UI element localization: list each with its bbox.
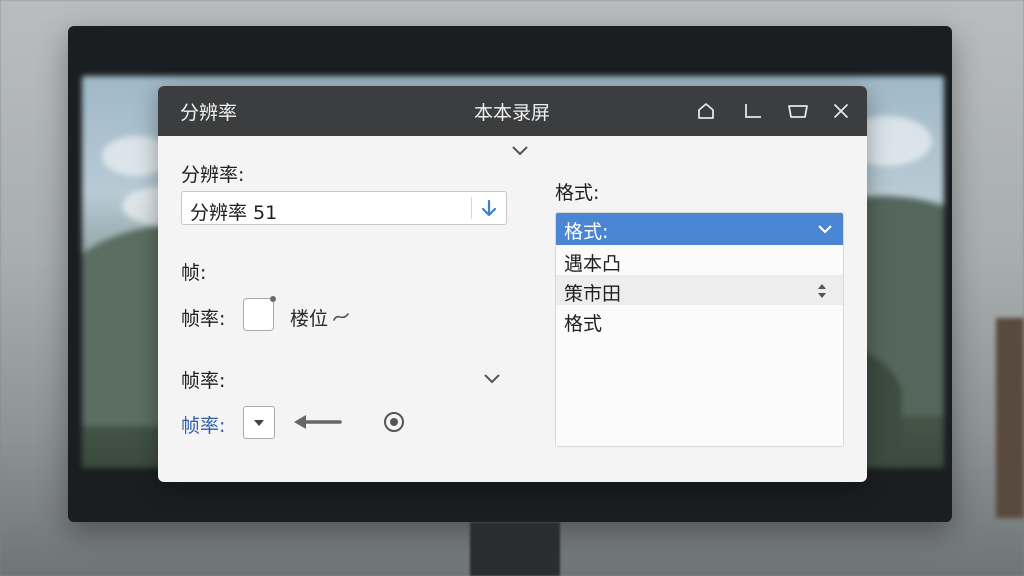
target-icon[interactable] [382, 410, 406, 434]
resolution-value: 分辨率 51 [190, 202, 278, 224]
close-icon [834, 104, 848, 118]
background-object [996, 318, 1024, 518]
recorder-dialog: 分辨率 本本录屏 分辨率: 分辨率 51 帧: 帧率: 楼位 帧率: 帧率: 格… [158, 86, 867, 482]
monitor-stand [470, 522, 560, 576]
arrow-left-icon [294, 415, 342, 429]
caret-down-icon [254, 419, 264, 426]
title-bar: 分辨率 本本录屏 [158, 86, 867, 136]
frame-rate-checkbox[interactable] [243, 296, 276, 331]
format-selected-item[interactable]: 格式: [556, 213, 843, 245]
window-title-center: 本本录屏 [474, 102, 551, 124]
resolution-input[interactable]: 分辨率 51 [181, 191, 507, 225]
close-button[interactable] [830, 100, 852, 122]
sort-arrows-icon [818, 284, 826, 298]
format-option[interactable]: 格式 [556, 305, 843, 335]
format-option-text: 策市田 [564, 283, 622, 305]
frame-rate-label-3: 帧率: [181, 415, 226, 437]
home-button[interactable] [695, 100, 717, 122]
window-title-left: 分辨率 [180, 102, 238, 124]
chevron-down-icon[interactable] [482, 372, 502, 386]
format-option-text: 遇本凸 [564, 253, 622, 275]
frame-rate-label: 帧率: [181, 308, 226, 330]
format-option-text: 格式 [564, 313, 603, 335]
format-selected-text: 格式: [564, 221, 609, 243]
format-option[interactable]: 遇本凸 [556, 245, 843, 275]
collapse-chevron-icon[interactable] [510, 144, 530, 158]
minimize-icon [745, 104, 761, 118]
home-icon [698, 103, 714, 119]
chevron-down-icon [818, 225, 832, 234]
minimize-button[interactable] [742, 100, 764, 122]
restore-button[interactable] [787, 100, 809, 122]
frame-heading: 帧: [181, 262, 207, 284]
format-option[interactable]: 策市田 [556, 275, 843, 305]
format-label: 格式: [555, 182, 600, 204]
resolution-label: 分辨率: [181, 164, 245, 186]
format-list: 格式: 遇本凸 策市田 格式 [555, 212, 844, 447]
frame-rate-dropdown[interactable] [243, 406, 275, 439]
checkbox-indicator [270, 296, 276, 302]
restore-icon [788, 105, 808, 118]
download-arrow-icon[interactable] [480, 199, 498, 219]
swirl-icon [333, 313, 349, 321]
input-divider [471, 197, 472, 219]
frame-rate-option-text: 楼位 [290, 308, 329, 330]
frame-rate-label-2: 帧率: [181, 370, 226, 392]
